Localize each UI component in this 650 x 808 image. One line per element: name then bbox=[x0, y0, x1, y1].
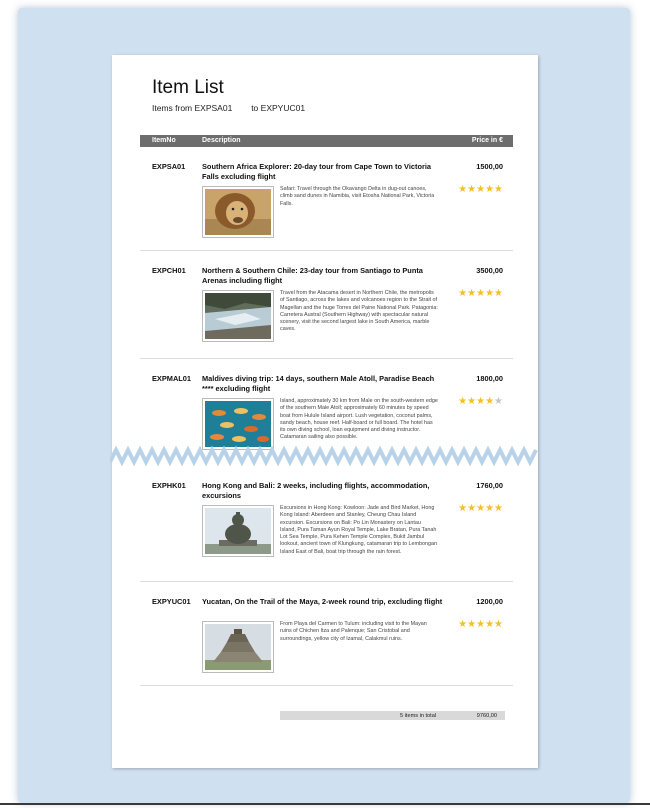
item-description: Island, approximately 30 km from Male on… bbox=[280, 398, 438, 441]
item-price: 1200,00 bbox=[476, 597, 503, 606]
pyramid-photo bbox=[202, 621, 274, 673]
item-number: EXPYUC01 bbox=[152, 597, 191, 606]
star-rating: ★★★★★ bbox=[458, 184, 503, 195]
item-price: 1760,00 bbox=[476, 481, 503, 490]
item-description: From Playa del Carmen to Tulum: includin… bbox=[280, 621, 427, 642]
row-separator bbox=[140, 581, 513, 582]
star-rating: ★★★★★ bbox=[458, 619, 503, 630]
column-header-description: Description bbox=[202, 137, 241, 144]
item-description: Safari: Travel through the Okavango Delt… bbox=[280, 186, 435, 207]
report-subtitle: Items from EXPSA01 to EXPYUC01 bbox=[152, 103, 306, 113]
row-separator bbox=[140, 358, 513, 359]
bottom-divider bbox=[0, 803, 650, 805]
column-header-price: Price in € bbox=[471, 137, 503, 144]
item-number: EXPSA01 bbox=[152, 162, 186, 171]
report-title: Item List bbox=[152, 77, 224, 98]
totals-bar: 5 items in total 9760,00 bbox=[280, 711, 505, 720]
item-title: Maldives diving trip: 14 days, southern … bbox=[202, 374, 435, 393]
total-items-label: 5 items in total bbox=[400, 712, 437, 719]
buddha-photo bbox=[202, 505, 274, 557]
item-number: EXPMAL01 bbox=[152, 374, 192, 383]
total-price: 9760,00 bbox=[476, 712, 497, 719]
row-separator bbox=[140, 685, 513, 686]
item-title: Yucatan, On the Trail of the Maya, 2-wee… bbox=[202, 597, 443, 606]
row-separator bbox=[140, 250, 513, 251]
item-title: Hong Kong and Bali: 2 weeks, including f… bbox=[202, 481, 430, 500]
item-price: 3500,00 bbox=[476, 266, 503, 275]
report-page: Item List Items from EXPSA01 to EXPYUC01… bbox=[112, 55, 538, 768]
star-rating: ★★★★★ bbox=[458, 288, 503, 299]
star-rating: ★★★★★ bbox=[458, 396, 503, 407]
page-break-zigzag bbox=[110, 445, 538, 467]
item-price: 1500,00 bbox=[476, 162, 503, 171]
column-header-itemno: ItemNo bbox=[152, 137, 176, 144]
star-rating: ★★★★★ bbox=[458, 503, 503, 514]
lion-photo bbox=[202, 186, 274, 238]
item-number: EXPCH01 bbox=[152, 266, 186, 275]
item-price: 1800,00 bbox=[476, 374, 503, 383]
fish-photo bbox=[202, 398, 274, 450]
item-number: EXPHK01 bbox=[152, 481, 186, 490]
item-title: Southern Africa Explorer: 20-day tour fr… bbox=[202, 162, 432, 181]
river-photo bbox=[202, 290, 274, 342]
table-header: ItemNo Description Price in € bbox=[140, 135, 513, 147]
item-description: Excursions in Hong Kong: Kowloon: Jade a… bbox=[280, 505, 438, 555]
item-title: Northern & Southern Chile: 23-day tour f… bbox=[202, 266, 423, 285]
item-description: Travel from the Atacama desert in Northe… bbox=[280, 290, 438, 333]
